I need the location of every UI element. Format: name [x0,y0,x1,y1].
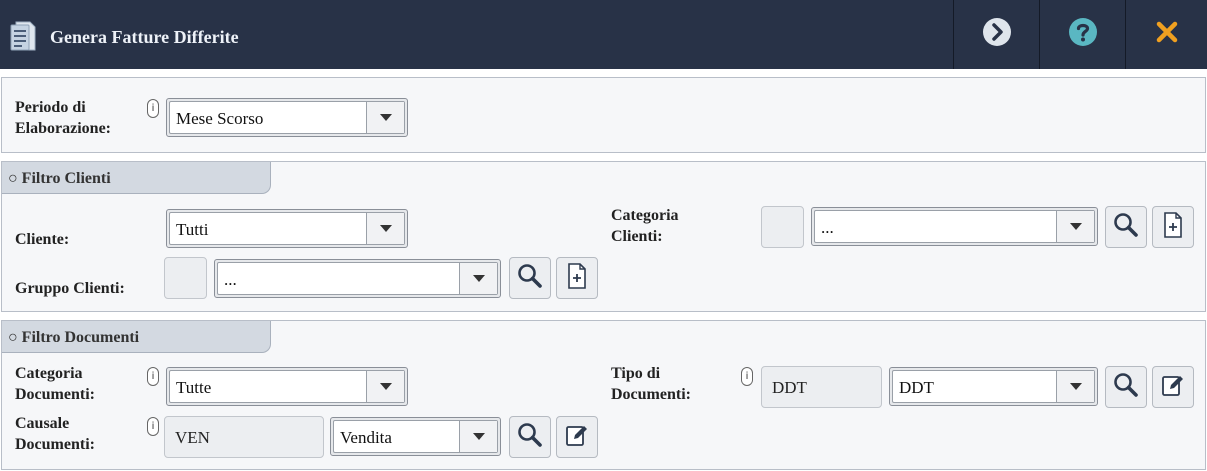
periodo-label: Periodo di Elaborazione: [15,99,111,137]
causale-documenti-label: Causale Documenti: [15,415,95,453]
tipo-documenti-select-value: DDT [899,378,934,397]
chevron-down-icon[interactable] [366,213,404,244]
tipo-documenti-code[interactable]: DDT [761,366,882,408]
search-icon [517,422,543,453]
categoria-clienti-select-value: ... [821,218,834,237]
question-icon [1068,17,1098,52]
chevron-down-icon[interactable] [1056,371,1094,402]
categoria-documenti-info-icon[interactable]: i [147,367,159,386]
periodo-select[interactable]: Mese Scorso [166,98,408,137]
title-bar: Genera Fatture Differite [0,0,1207,69]
close-button[interactable] [1125,0,1207,69]
categoria-documenti-label: Categoria Documenti: [15,365,95,403]
document-icon [10,21,36,56]
cliente-label: Cliente: [15,231,70,248]
categoria-clienti-select[interactable]: ... [811,207,1098,246]
edit-icon [1161,373,1185,402]
categoria-clienti-code[interactable] [761,206,804,248]
search-icon [1113,372,1139,403]
tipo-documenti-edit-button[interactable] [1152,366,1194,408]
filtro-clienti-panel: ○ Filtro Clienti Cliente: Tutti Gruppo C… [1,161,1206,312]
causale-documenti-code[interactable]: VEN [164,416,324,458]
periodo-select-value: Mese Scorso [176,109,264,128]
gruppo-clienti-add-button[interactable] [556,257,598,299]
add-file-icon [1163,211,1183,243]
causale-documenti-search-button[interactable] [509,416,551,458]
categoria-clienti-label: Categoria Clienti: [611,207,679,245]
search-icon [1113,212,1139,243]
chevron-down-icon[interactable] [1056,211,1094,242]
chevron-down-icon[interactable] [459,421,497,452]
filtro-documenti-header[interactable]: ○ Filtro Documenti [2,321,271,353]
categoria-documenti-select[interactable]: Tutte [166,367,408,406]
gruppo-clienti-select-value: ... [224,270,237,289]
help-button[interactable] [1039,0,1125,69]
chevron-down-icon[interactable] [459,263,497,294]
add-file-icon [567,262,587,294]
tipo-documenti-info-icon[interactable]: i [741,367,753,386]
tipo-documenti-label: Tipo di Documenti: [611,365,691,403]
next-button[interactable] [953,0,1039,69]
search-icon [517,263,543,294]
close-icon [1156,21,1178,48]
cliente-select[interactable]: Tutti [166,209,408,248]
filtro-clienti-header[interactable]: ○ Filtro Clienti [2,162,271,194]
edit-icon [565,423,589,452]
causale-documenti-select[interactable]: Vendita [330,417,501,456]
causale-documenti-edit-button[interactable] [556,416,598,458]
gruppo-clienti-select[interactable]: ... [214,259,501,298]
gruppo-clienti-search-button[interactable] [509,257,551,299]
periodo-info-icon[interactable]: i [147,99,159,118]
gruppo-clienti-label: Gruppo Clienti: [15,280,125,297]
window-title: Genera Fatture Differite [50,27,239,47]
periodo-panel: Periodo di Elaborazione: i Mese Scorso [1,77,1206,153]
chevron-down-icon[interactable] [366,371,404,402]
gruppo-clienti-code[interactable] [164,257,207,299]
categoria-documenti-select-value: Tutte [176,378,212,397]
chevron-down-icon[interactable] [366,102,404,133]
categoria-clienti-search-button[interactable] [1105,206,1147,248]
tipo-documenti-select[interactable]: DDT [889,367,1098,406]
cliente-select-value: Tutti [176,220,209,239]
categoria-clienti-add-button[interactable] [1152,206,1194,248]
chevron-right-icon [982,17,1012,52]
filtro-documenti-panel: ○ Filtro Documenti Categoria Documenti: … [1,320,1206,470]
causale-documenti-info-icon[interactable]: i [147,417,159,436]
causale-documenti-select-value: Vendita [340,428,392,447]
tipo-documenti-search-button[interactable] [1105,366,1147,408]
